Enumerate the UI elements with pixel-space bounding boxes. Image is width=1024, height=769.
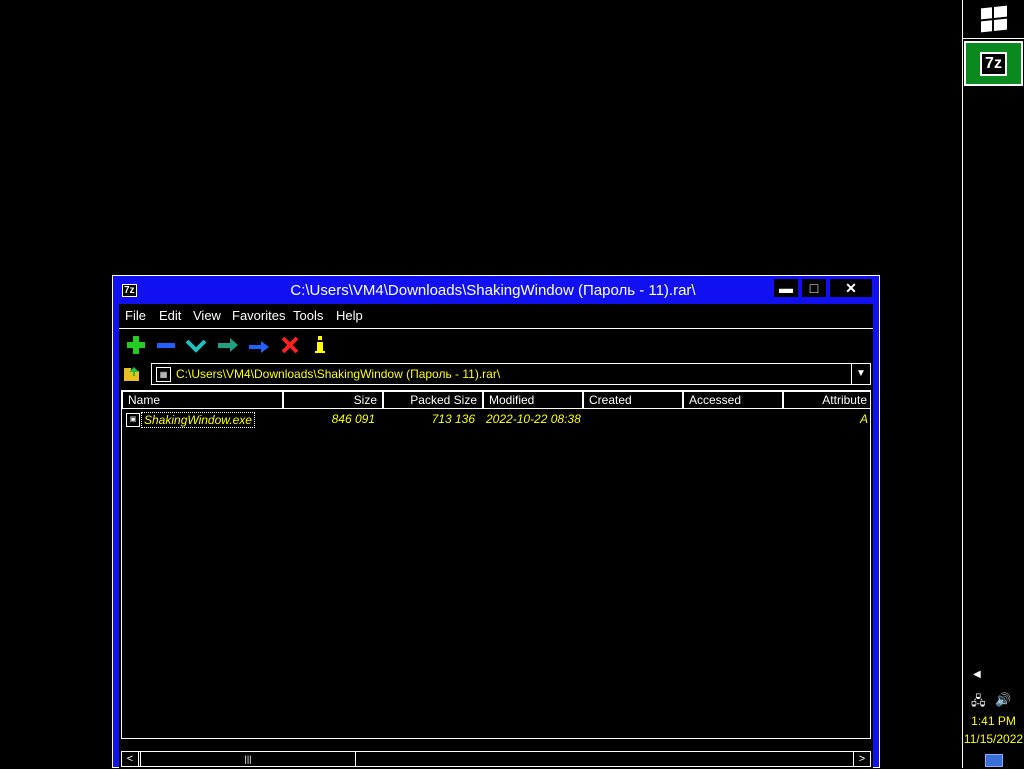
column-accessed[interactable]: Accessed — [683, 391, 783, 409]
archive-icon: ▦ — [156, 367, 171, 382]
menu-favorites[interactable]: Favorites — [232, 308, 285, 323]
window-title: C:\Users\VM4\Downloads\ShakingWindow (Па… — [290, 282, 696, 299]
archive-window: 7z C:\Users\VM4\Downloads\ShakingWindow … — [112, 275, 880, 769]
scroll-right-icon[interactable]: > — [853, 752, 870, 766]
maximize-button[interactable]: □ — [802, 279, 826, 297]
add-button[interactable] — [123, 334, 149, 356]
exe-file-icon: ▣ — [126, 413, 140, 427]
title-bar[interactable]: 7z C:\Users\VM4\Downloads\ShakingWindow … — [113, 276, 879, 304]
7zip-icon: 7z — [980, 51, 1007, 76]
taskbar-7zip-button[interactable]: 7z — [964, 41, 1023, 86]
clock-date[interactable]: 11/15/2022 — [963, 732, 1024, 746]
scroll-left-icon[interactable]: < — [122, 752, 139, 766]
scroll-thumb[interactable]: ||| — [140, 752, 356, 766]
copy-button[interactable] — [215, 334, 241, 356]
menu-help[interactable]: Help — [336, 308, 363, 323]
horizontal-scrollbar[interactable]: < ||| > — [121, 751, 871, 767]
menu-edit[interactable]: Edit — [159, 308, 181, 323]
info-icon — [315, 336, 325, 353]
minimize-button[interactable]: ▬ — [774, 279, 798, 297]
chevron-down-icon[interactable]: ▼ — [851, 364, 870, 384]
show-desktop-button[interactable] — [985, 754, 1003, 767]
file-modified: 2022-10-22 08:38 — [486, 412, 581, 426]
delete-button[interactable] — [153, 334, 179, 356]
address-path: C:\Users\VM4\Downloads\ShakingWindow (Па… — [176, 367, 501, 381]
column-created[interactable]: Created — [583, 391, 683, 409]
column-modified[interactable]: Modified — [483, 391, 583, 409]
volume-icon[interactable]: 🔊 — [995, 692, 1011, 708]
network-icon[interactable]: 🖧 — [971, 692, 986, 714]
column-packed-size[interactable]: Packed Size — [383, 391, 483, 409]
column-name[interactable]: Name — [122, 391, 283, 409]
address-input[interactable]: ▦ C:\Users\VM4\Downloads\ShakingWindow (… — [151, 363, 871, 385]
taskbar: 7z ◀ 🖧 🔊 1:41 PM 11/15/2022 — [962, 0, 1024, 768]
menu-tools[interactable]: Tools — [293, 308, 323, 323]
address-bar: ▦ C:\Users\VM4\Downloads\ShakingWindow (… — [119, 362, 873, 388]
clock-time[interactable]: 1:41 PM — [963, 714, 1024, 728]
x-icon — [281, 336, 299, 354]
menu-file[interactable]: File — [125, 308, 146, 323]
file-packed-size: 713 136 — [431, 412, 475, 426]
tray-expand-icon[interactable]: ◀ — [973, 669, 981, 680]
start-button[interactable] — [963, 0, 1024, 39]
file-list[interactable]: Name Size Packed Size Modified Created A… — [121, 390, 871, 739]
move-button[interactable] — [246, 334, 272, 356]
column-size[interactable]: Size — [283, 391, 383, 409]
file-attribute: A — [859, 412, 868, 426]
extract-button[interactable] — [183, 334, 209, 356]
minus-icon — [157, 343, 175, 348]
folder-up-svg — [124, 367, 139, 381]
windows-logo-icon — [980, 5, 1007, 33]
7zip-app-icon[interactable]: 7z — [122, 284, 137, 297]
menu-bar: File Edit View Favorites Tools Help — [119, 304, 873, 329]
check-icon — [185, 339, 207, 353]
folder-up-icon[interactable] — [123, 365, 141, 383]
plus-icon — [127, 336, 145, 354]
table-row[interactable]: ▣ ShakingWindow.exe 846 091 713 136 2022… — [122, 411, 870, 428]
file-size: 846 091 — [331, 412, 375, 426]
close-button[interactable]: ✕ — [830, 279, 872, 297]
menu-view[interactable]: View — [193, 308, 221, 323]
arrow-right-icon — [218, 338, 238, 352]
delete-file-button[interactable] — [277, 334, 303, 356]
arrow-right-icon — [249, 341, 269, 353]
window-client: File Edit View Favorites Tools Help ▦ C:… — [119, 304, 873, 769]
file-name: ShakingWindow.exe — [141, 412, 255, 428]
info-button[interactable] — [307, 334, 333, 356]
column-attribute[interactable]: Attribute — [783, 391, 870, 409]
toolbar — [119, 330, 873, 360]
